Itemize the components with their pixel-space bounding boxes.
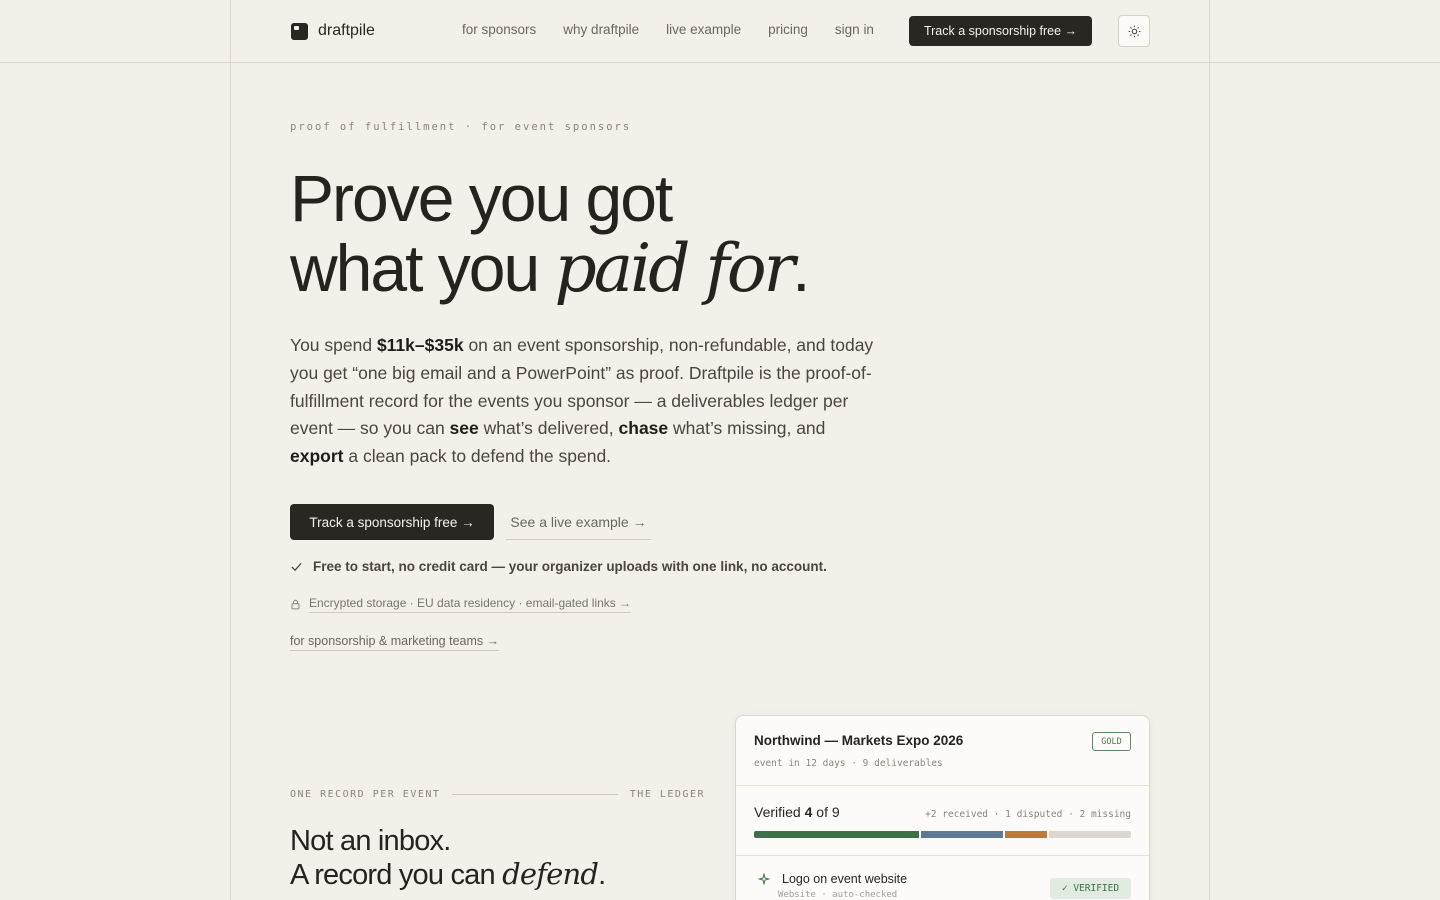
- brand-logo[interactable]: draftpile: [291, 20, 375, 42]
- top-navigation: draftpile for sponsors why draftpile liv…: [0, 0, 1440, 63]
- lede-emphasis-chase: chase: [618, 418, 669, 439]
- teams-link[interactable]: for sponsorship & marketing teams →: [290, 634, 500, 651]
- free-note-text: Free to start, no credit card — your org…: [313, 559, 827, 574]
- lede-price-range: $11k–$35k: [376, 335, 464, 355]
- section-eyebrow-left: ONE RECORD PER EVENT: [290, 789, 441, 800]
- deliverable-label: Logo on event website: [782, 872, 908, 886]
- brand-name: draftpile: [318, 22, 375, 39]
- free-note: Free to start, no credit card — your org…: [290, 559, 827, 574]
- track-sponsorship-button[interactable]: Track a sponsorship free →: [290, 504, 494, 540]
- logo-icon: [291, 22, 308, 40]
- see-live-example-link[interactable]: See a live example →: [506, 504, 651, 540]
- section-title-line-2: A record you can: [290, 859, 503, 891]
- deliverable-row[interactable]: Logo on event website Website · auto-che…: [736, 856, 1149, 900]
- lede-emphasis-see: see: [449, 418, 479, 439]
- lede-text: a clean pack to defend the spend.: [343, 446, 612, 467]
- nav-item-for-sponsors[interactable]: for sponsors: [462, 22, 536, 37]
- theme-toggle-button[interactable]: [1118, 15, 1150, 47]
- lock-icon: [291, 599, 300, 610]
- check-icon: [291, 562, 302, 572]
- headline-emphasis: paid for: [554, 230, 796, 307]
- lede-emphasis-export: export: [290, 446, 344, 467]
- nav-item-sign-in[interactable]: sign in: [835, 22, 874, 37]
- verified-label: Verified: [754, 804, 805, 820]
- event-subtitle: event in 12 days · 9 deliverables: [754, 758, 943, 769]
- verification-progress: Verified 4 of 9 +2 received · 1 disputed…: [736, 786, 1149, 856]
- nav-item-pricing[interactable]: pricing: [768, 22, 808, 37]
- progress-bar: [754, 831, 1131, 838]
- lede-text: what’s delivered,: [478, 418, 619, 439]
- sun-icon: [1128, 25, 1140, 37]
- progress-segment-received: [920, 831, 1004, 838]
- section-divider: [452, 794, 618, 795]
- nav-item-why-draftpile[interactable]: why draftpile: [563, 22, 639, 37]
- nav-menu: for sponsors why draftpile live example …: [462, 22, 874, 37]
- lede-text: what’s missing, and: [668, 418, 826, 439]
- hero-description: You spend $11k–$35k on an event sponsors…: [290, 332, 880, 471]
- verified-status-badge: ✓ VERIFIED: [1050, 878, 1131, 899]
- verified-total: 9: [831, 804, 840, 820]
- security-note-link[interactable]: Encrypted storage · EU data residency · …: [309, 596, 632, 613]
- sparkle-icon: [758, 873, 770, 885]
- section-eyebrow: ONE RECORD PER EVENT THE LEDGER: [290, 789, 705, 800]
- lede-text: You spend: [290, 335, 377, 355]
- section-title-period: .: [598, 859, 606, 891]
- hero-headline: Prove you got what you paid for.: [290, 161, 811, 307]
- verified-of: of: [812, 804, 832, 820]
- progress-segment-missing: [1048, 831, 1131, 838]
- headline-line-1: Prove you got: [290, 161, 673, 235]
- ledger-card-header: Northwind — Markets Expo 2026 event in 1…: [736, 716, 1149, 786]
- section-title: Not an inbox. A record you can defend.: [290, 825, 606, 892]
- tier-badge: GOLD: [1092, 732, 1131, 751]
- section-title-emphasis: defend: [502, 857, 599, 891]
- progress-segment-disputed: [1005, 831, 1047, 838]
- status-counts: +2 received · 1 disputed · 2 missing: [925, 809, 1131, 820]
- headline-line-2-start: what you: [290, 231, 555, 305]
- nav-item-live-example[interactable]: live example: [666, 22, 741, 37]
- headline-period: .: [792, 231, 810, 305]
- event-title: Northwind — Markets Expo 2026: [754, 733, 964, 748]
- ledger-card: Northwind — Markets Expo 2026 event in 1…: [735, 715, 1150, 900]
- section-eyebrow-right: THE LEDGER: [629, 789, 705, 800]
- nav-track-sponsorship-button[interactable]: Track a sponsorship free →: [909, 16, 1092, 46]
- hero-eyebrow: proof of fulfillment · for event sponsor…: [290, 121, 632, 133]
- security-note[interactable]: Encrypted storage · EU data residency · …: [290, 596, 632, 613]
- progress-segment-verified: [754, 831, 919, 838]
- section-title-line-1: Not an inbox.: [290, 825, 451, 857]
